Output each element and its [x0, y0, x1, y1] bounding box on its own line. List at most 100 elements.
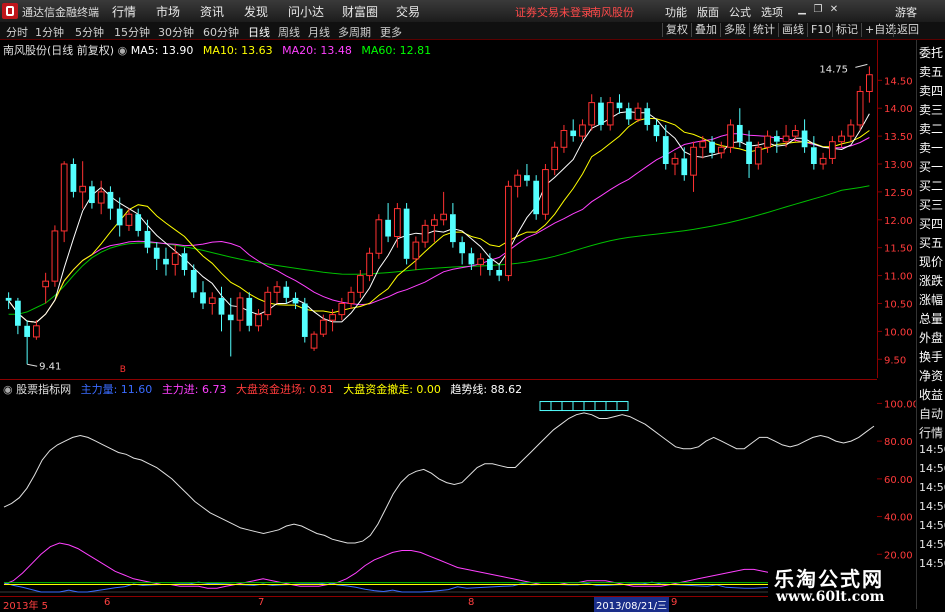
period-daily[interactable]: 日线 — [248, 24, 270, 40]
candle — [551, 141, 559, 176]
guest-user[interactable]: 游客 — [895, 4, 917, 20]
sidebar-item[interactable]: 行情 — [919, 424, 945, 441]
menu-discover[interactable]: 发现 — [244, 3, 268, 20]
candle-body — [727, 124, 734, 148]
sidebar-item[interactable]: 14:50 — [919, 481, 945, 494]
candle-body — [24, 325, 31, 337]
quote-sidebar[interactable]: 委托卖五卖四卖三卖二卖一买一买二买三买四买五现价涨跌涨幅总量外盘换手净资收益自动… — [916, 40, 945, 609]
candle-body — [570, 130, 577, 137]
sidebar-item[interactable]: 委托 — [919, 44, 945, 61]
sidebar-item[interactable]: 卖二 — [919, 120, 945, 137]
period-30min[interactable]: 30分钟 — [158, 24, 194, 40]
candle — [385, 203, 391, 243]
sidebar-item[interactable]: 14:50 — [919, 443, 945, 456]
sidebar-item[interactable]: 14:50 — [919, 557, 945, 570]
adjust-button[interactable]: 复权 — [662, 23, 691, 37]
candle-body — [736, 124, 743, 142]
menu-function[interactable]: 功能 — [665, 4, 687, 20]
indicator-settings-icon[interactable]: ◉ — [3, 383, 16, 396]
menu-trade[interactable]: 交易 — [396, 3, 420, 20]
candle-body — [440, 213, 447, 221]
sidebar-item[interactable]: 买五 — [919, 234, 945, 251]
candle-body — [264, 291, 272, 316]
period-monthly[interactable]: 月线 — [308, 24, 330, 40]
period-more[interactable]: 更多 — [380, 24, 402, 40]
indicator-legend: ◉ 股票指标网 主力量: 11.60 主力进: 6.73 大盘资金进场: 0.8… — [3, 381, 522, 397]
sidebar-item[interactable]: 涨跌 — [919, 272, 945, 289]
menu-quotes[interactable]: 行情 — [112, 3, 136, 20]
candle-body — [588, 102, 596, 126]
period-intraday[interactable]: 分时 — [6, 24, 28, 40]
candle-body — [181, 253, 188, 270]
sidebar-item[interactable]: 卖五 — [919, 63, 945, 80]
sidebar-item[interactable]: 14:50 — [919, 538, 945, 551]
price-tick-label: 14.50 — [884, 76, 913, 87]
period-15min[interactable]: 15分钟 — [114, 24, 150, 40]
sidebar-item[interactable]: 外盘 — [919, 329, 945, 346]
overlay-button[interactable]: 叠加 — [691, 23, 720, 37]
menu-options[interactable]: 选项 — [761, 4, 783, 20]
candle-body — [356, 275, 364, 293]
close-icon[interactable]: ✕ — [828, 5, 840, 15]
period-1min[interactable]: 1分钟 — [35, 24, 64, 40]
main-force-volume-label: 主力量: 11.60 — [80, 383, 153, 396]
candle-body — [606, 102, 614, 126]
sidebar-item[interactable]: 14:50 — [919, 462, 945, 475]
sidebar-item[interactable]: 卖一 — [919, 139, 945, 156]
candle-body — [773, 136, 780, 142]
trade-login-alert[interactable]: 证券交易未登录 — [515, 4, 592, 20]
sidebar-item[interactable]: 14:50 — [919, 519, 945, 532]
low-price-marker: 9.41 — [39, 361, 61, 372]
price-chart[interactable]: 14.50 14.00 13.50 13.00 12.50 12.00 11.50 11.00… — [0, 40, 913, 378]
sidebar-item[interactable]: 总量 — [919, 310, 945, 327]
menu-layout[interactable]: 版面 — [697, 4, 719, 20]
sidebar-item[interactable]: 净资 — [919, 367, 945, 384]
sidebar-item[interactable]: 收益 — [919, 386, 945, 403]
sidebar-item[interactable]: 自动 — [919, 405, 945, 422]
settings-icon[interactable]: ◉ — [118, 44, 131, 57]
f10-button[interactable]: F10 — [807, 23, 834, 37]
indicator-panel[interactable]: 100.00 80.00 60.00 40.00 20.00 ◉ 股票指标网 主力量: … — [0, 379, 916, 597]
candle-body — [560, 130, 568, 148]
restore-icon[interactable]: ❐ — [812, 5, 824, 15]
sidebar-item[interactable]: 卖四 — [919, 82, 945, 99]
sidebar-item[interactable]: 14:50 — [919, 500, 945, 513]
mark-button[interactable]: 标记 — [832, 23, 861, 37]
menu-market[interactable]: 市场 — [156, 3, 180, 20]
menu-wealth[interactable]: 财富圈 — [342, 3, 378, 20]
candle-body — [283, 286, 290, 298]
sidebar-item[interactable]: 买二 — [919, 177, 945, 194]
sidebar-item[interactable]: 买四 — [919, 215, 945, 232]
back-button[interactable]: 返回 — [893, 23, 922, 37]
menu-ask[interactable]: 问小达 — [288, 3, 324, 20]
period-multi[interactable]: 多周期 — [338, 24, 371, 40]
sidebar-item[interactable]: 买三 — [919, 196, 945, 213]
period-5min[interactable]: 5分钟 — [75, 24, 104, 40]
candle-body — [866, 74, 873, 92]
menu-formula[interactable]: 公式 — [729, 4, 751, 20]
candle-body — [634, 107, 642, 120]
price-tick-label: 10.00 — [884, 327, 913, 338]
period-60min[interactable]: 60分钟 — [203, 24, 239, 40]
minimize-icon[interactable]: ▁ — [796, 5, 808, 15]
sidebar-item[interactable]: 涨幅 — [919, 291, 945, 308]
watermark-title: 乐淘公式网 — [774, 567, 884, 591]
candlestick-chart[interactable]: 14.50 14.00 13.50 13.00 12.50 12.00 11.50 11.00… — [0, 40, 916, 378]
current-stock-name[interactable]: 南风股份 — [590, 4, 634, 20]
period-weekly[interactable]: 周线 — [278, 24, 300, 40]
candle — [606, 97, 614, 131]
candle — [450, 203, 456, 248]
candle-body — [329, 314, 336, 321]
sidebar-item[interactable]: 换手 — [919, 348, 945, 365]
sidebar-item[interactable]: 买一 — [919, 158, 945, 175]
draw-line-button[interactable]: 画线 — [778, 23, 807, 37]
candle-body — [385, 219, 391, 237]
menu-news[interactable]: 资讯 — [200, 3, 224, 20]
stats-button[interactable]: 统计 — [749, 23, 778, 37]
multi-stock-button[interactable]: 多股 — [720, 23, 749, 37]
sidebar-item[interactable]: 现价 — [919, 253, 945, 270]
candle-body — [782, 135, 790, 143]
candle-body — [690, 146, 697, 176]
candle — [625, 102, 632, 125]
sidebar-item[interactable]: 卖三 — [919, 101, 945, 118]
